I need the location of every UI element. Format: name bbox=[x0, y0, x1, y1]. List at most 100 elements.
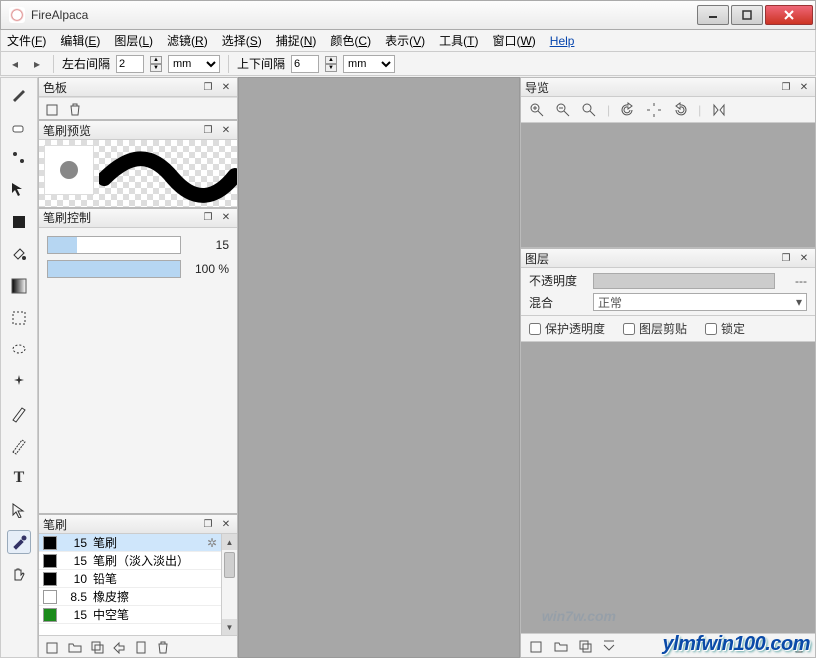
tool-eraser[interactable] bbox=[7, 114, 31, 138]
restore-icon[interactable]: ❐ bbox=[201, 517, 215, 531]
label-lr-spacing: 左右间隔 bbox=[62, 55, 110, 72]
close-button[interactable] bbox=[765, 5, 813, 25]
merge-layer-icon[interactable] bbox=[601, 638, 617, 654]
brush-list-item[interactable]: 15 笔刷 ✲ bbox=[39, 534, 221, 552]
tool-pen[interactable] bbox=[7, 402, 31, 426]
zoom-in-icon[interactable] bbox=[529, 102, 545, 118]
watermark: ylmfwin100.com bbox=[662, 633, 810, 656]
menu-help[interactable]: Help bbox=[550, 34, 575, 48]
navigator-preview[interactable] bbox=[521, 123, 815, 247]
panel-navigator: 导览 ❐ ✕ | | bbox=[520, 77, 816, 248]
tool-select-rect[interactable] bbox=[7, 306, 31, 330]
restore-icon[interactable]: ❐ bbox=[779, 80, 793, 94]
canvas-area[interactable] bbox=[238, 77, 520, 658]
duplicate-layer-icon[interactable] bbox=[577, 638, 593, 654]
layer-list[interactable] bbox=[521, 342, 815, 633]
tool-gradient[interactable] bbox=[7, 274, 31, 298]
close-panel-icon[interactable]: ✕ bbox=[219, 123, 233, 137]
menu-tool[interactable]: 工具(T) bbox=[439, 32, 478, 49]
menu-file[interactable]: 文件(F) bbox=[7, 32, 46, 49]
brush-item-name: 橡皮擦 bbox=[93, 588, 217, 605]
duplicate-icon[interactable] bbox=[89, 639, 105, 655]
tool-eyedropper[interactable] bbox=[7, 530, 31, 554]
maximize-button[interactable] bbox=[731, 5, 763, 25]
layer-opacity-slider[interactable] bbox=[593, 273, 775, 289]
brush-opacity-slider[interactable] bbox=[47, 260, 181, 278]
import-icon[interactable] bbox=[111, 639, 127, 655]
tool-selectpen[interactable] bbox=[7, 434, 31, 458]
tool-bucket[interactable] bbox=[7, 242, 31, 266]
tool-brush[interactable] bbox=[7, 82, 31, 106]
close-panel-icon[interactable]: ✕ bbox=[219, 80, 233, 94]
new-layer-icon[interactable] bbox=[529, 638, 545, 654]
spinner-lr[interactable]: ▲▼ bbox=[150, 56, 162, 72]
options-bar: ◂ ▸ 左右间隔 ▲▼ mm 上下间隔 ▲▼ mm bbox=[0, 52, 816, 76]
restore-icon[interactable]: ❐ bbox=[201, 123, 215, 137]
checkbox-protect-alpha[interactable]: 保护透明度 bbox=[529, 320, 605, 337]
rotate-reset-icon[interactable] bbox=[646, 102, 662, 118]
input-lr-spacing[interactable] bbox=[116, 55, 144, 73]
brush-item-name: 铅笔 bbox=[93, 570, 217, 587]
brush-list-item[interactable]: 15 中空笔 bbox=[39, 606, 221, 624]
close-panel-icon[interactable]: ✕ bbox=[797, 251, 811, 265]
flip-icon[interactable] bbox=[711, 102, 727, 118]
checkbox-lock-layer[interactable]: 锁定 bbox=[705, 320, 745, 337]
menu-snap[interactable]: 捕捉(N) bbox=[276, 32, 317, 49]
brush-list-item[interactable]: 8.5 橡皮擦 bbox=[39, 588, 221, 606]
brush-list-item[interactable]: 10 铅笔 bbox=[39, 570, 221, 588]
scroll-up-icon[interactable]: ▲ bbox=[222, 534, 237, 550]
next-button[interactable]: ▸ bbox=[29, 55, 45, 73]
close-panel-icon[interactable]: ✕ bbox=[219, 517, 233, 531]
new-layer-folder-icon[interactable] bbox=[553, 638, 569, 654]
tool-hand[interactable] bbox=[7, 562, 31, 586]
add-brush-icon[interactable] bbox=[45, 639, 61, 655]
new-folder-icon[interactable] bbox=[67, 639, 83, 655]
tool-move[interactable] bbox=[7, 178, 31, 202]
brush-size-slider[interactable] bbox=[47, 236, 181, 254]
brush-size-value: 15 bbox=[187, 238, 229, 252]
menu-edit[interactable]: 编辑(E) bbox=[60, 32, 100, 49]
menu-layer[interactable]: 图层(L) bbox=[114, 32, 153, 49]
tool-fill[interactable] bbox=[7, 210, 31, 234]
restore-icon[interactable]: ❐ bbox=[201, 80, 215, 94]
delete-brush-icon[interactable] bbox=[155, 639, 171, 655]
panel-brush-list-title: 笔刷 bbox=[43, 516, 197, 533]
close-panel-icon[interactable]: ✕ bbox=[219, 211, 233, 225]
blend-mode-select[interactable]: 正常▾ bbox=[593, 293, 807, 311]
delete-swatch-icon[interactable] bbox=[67, 101, 83, 117]
menu-window[interactable]: 窗口(W) bbox=[492, 32, 535, 49]
gear-icon[interactable]: ✲ bbox=[207, 536, 217, 550]
scroll-down-icon[interactable]: ▼ bbox=[222, 619, 237, 635]
tool-pointer[interactable] bbox=[7, 498, 31, 522]
tool-dots[interactable] bbox=[7, 146, 31, 170]
zoom-out-icon[interactable] bbox=[555, 102, 571, 118]
brush-list-scrollbar[interactable]: ▲ ▼ bbox=[221, 534, 237, 635]
tool-wand[interactable] bbox=[7, 370, 31, 394]
restore-icon[interactable]: ❐ bbox=[201, 211, 215, 225]
brush-item-name: 笔刷（淡入淡出） bbox=[93, 552, 217, 569]
rotate-right-icon[interactable] bbox=[672, 102, 688, 118]
brush-list-item[interactable]: 15 笔刷（淡入淡出） bbox=[39, 552, 221, 570]
menu-select[interactable]: 选择(S) bbox=[222, 32, 262, 49]
tool-text[interactable]: T bbox=[7, 466, 31, 490]
menu-view[interactable]: 表示(V) bbox=[385, 32, 425, 49]
app-icon bbox=[9, 7, 25, 23]
restore-icon[interactable]: ❐ bbox=[779, 251, 793, 265]
menu-color[interactable]: 颜色(C) bbox=[330, 32, 371, 49]
unit-lr-select[interactable]: mm bbox=[168, 55, 220, 73]
prev-button[interactable]: ◂ bbox=[7, 55, 23, 73]
minimize-button[interactable] bbox=[697, 5, 729, 25]
unit-tb-select[interactable]: mm bbox=[343, 55, 395, 73]
menu-bar: 文件(F) 编辑(E) 图层(L) 滤镜(R) 选择(S) 捕捉(N) 颜色(C… bbox=[0, 30, 816, 52]
checkbox-clip-layer[interactable]: 图层剪贴 bbox=[623, 320, 687, 337]
rotate-left-icon[interactable] bbox=[620, 102, 636, 118]
panel-layers: 图层 ❐ ✕ 不透明度 --- 混合 正常▾ 保护透明度 图层剪贴 锁定 bbox=[520, 248, 816, 658]
menu-filter[interactable]: 滤镜(R) bbox=[167, 32, 208, 49]
input-tb-spacing[interactable] bbox=[291, 55, 319, 73]
close-panel-icon[interactable]: ✕ bbox=[797, 80, 811, 94]
zoom-fit-icon[interactable] bbox=[581, 102, 597, 118]
spinner-tb[interactable]: ▲▼ bbox=[325, 56, 337, 72]
add-swatch-icon[interactable] bbox=[45, 101, 61, 117]
tool-lasso[interactable] bbox=[7, 338, 31, 362]
doc-icon[interactable] bbox=[133, 639, 149, 655]
